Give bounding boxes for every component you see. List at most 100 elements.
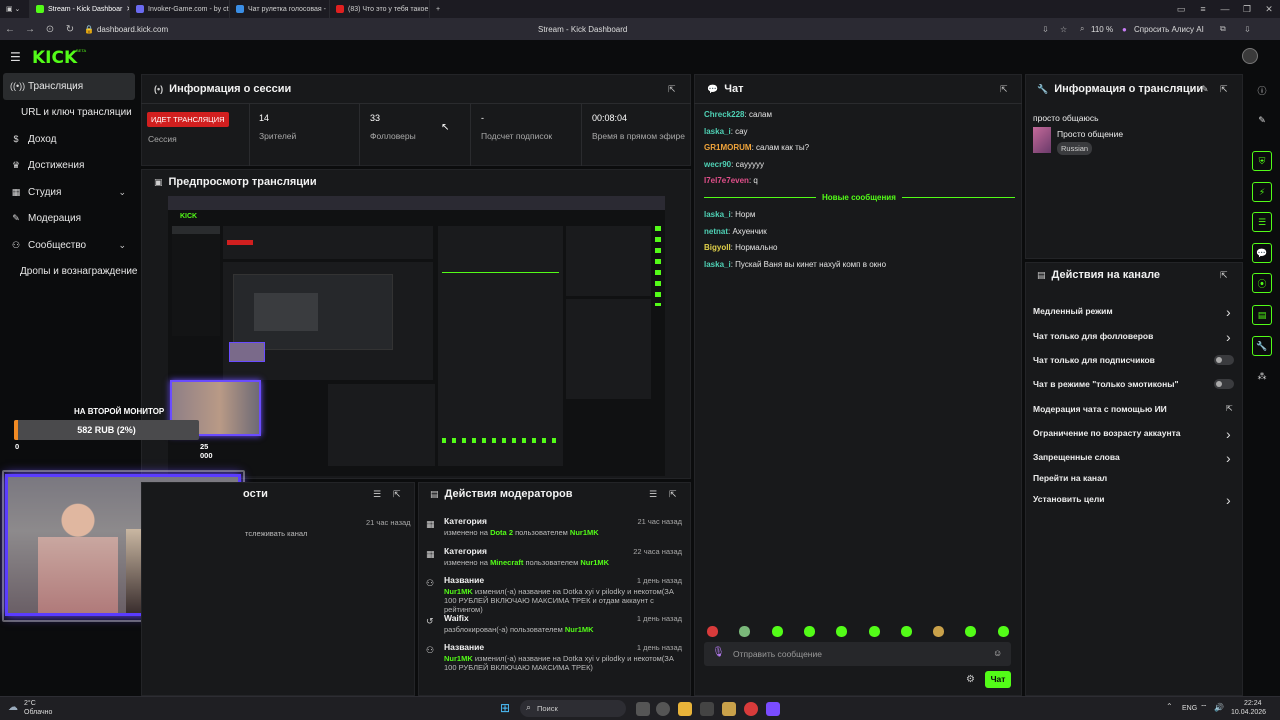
info-icon[interactable]: ⓘ: [1252, 80, 1272, 100]
chat-send-button[interactable]: Чат: [985, 671, 1011, 688]
sidebar-item-url-key[interactable]: URL и ключ трансляции: [0, 100, 138, 127]
avatar[interactable]: [1242, 48, 1258, 64]
edit-icon[interactable]: ✎: [1201, 84, 1209, 95]
chevron-right-icon[interactable]: ›: [1226, 450, 1231, 466]
app-icon[interactable]: [700, 702, 714, 716]
chat-username[interactable]: laska_i: [704, 260, 731, 269]
filter-icon[interactable]: ☰: [373, 489, 381, 500]
mod-highlight[interactable]: Minecraft: [490, 558, 523, 567]
mod-highlight[interactable]: Nur1MK: [570, 528, 599, 537]
minimize-icon[interactable]: —: [1214, 4, 1236, 15]
language-indicator[interactable]: ENG: [1182, 705, 1197, 712]
channel-action-item[interactable]: Медленный режим: [1033, 306, 1113, 316]
emote-icon[interactable]: [707, 626, 718, 637]
chat-username[interactable]: GR1MORUM: [704, 143, 752, 152]
windows-start-icon[interactable]: ⊞: [500, 701, 510, 715]
explorer-icon[interactable]: [678, 702, 692, 716]
chevron-right-icon[interactable]: ›: [1226, 304, 1231, 320]
browser-tab-chat-roulette[interactable]: Чат рулетка голосовая -: [230, 0, 330, 18]
bookmark-star-icon[interactable]: ☆: [1060, 25, 1067, 34]
emote-icon[interactable]: [868, 626, 880, 637]
kick-logo[interactable]: KICK: [32, 48, 77, 68]
menu-icon[interactable]: ≡: [1192, 4, 1214, 15]
channel-action-item[interactable]: Модерация чата с помощью ИИ: [1033, 404, 1167, 414]
chat-username[interactable]: laska_i: [704, 127, 731, 136]
chat-username[interactable]: Bigyoll: [704, 243, 731, 252]
back-icon[interactable]: ←: [0, 24, 20, 35]
task-view-icon[interactable]: [636, 702, 650, 716]
pencil-icon[interactable]: ✎: [1252, 110, 1272, 130]
toggle-switch[interactable]: [1214, 379, 1234, 389]
channel-action-item[interactable]: Перейти на канал: [1033, 473, 1107, 483]
chat-settings-icon[interactable]: ⚙: [966, 674, 975, 685]
emote-icon[interactable]: [771, 626, 783, 637]
mod-highlight[interactable]: Nur1MK: [444, 587, 473, 596]
emote-icon[interactable]: [836, 626, 848, 637]
maximize-icon[interactable]: ❐: [1236, 4, 1258, 15]
wifi-icon[interactable]: ⌔: [1200, 703, 1208, 713]
mod-highlight[interactable]: Dota 2: [490, 528, 513, 537]
popout-icon[interactable]: ⇱: [1220, 270, 1228, 281]
popout-icon[interactable]: ⇱: [1220, 84, 1228, 95]
chat-username[interactable]: Chreck228: [704, 110, 744, 119]
settings-dots-icon[interactable]: ⁂: [1252, 366, 1272, 386]
bookmark-icon[interactable]: ▭: [1170, 4, 1192, 15]
sidebar-item-achievements[interactable]: ♛ Достижения: [0, 153, 138, 180]
emote-icon[interactable]: [933, 626, 945, 637]
url-text[interactable]: dashboard.kick.com: [97, 25, 168, 34]
sidebar-item-studio[interactable]: ▦ Студия ⌄: [0, 179, 138, 206]
emote-icon[interactable]: [997, 626, 1009, 637]
filter-icon[interactable]: ☰: [649, 489, 657, 500]
mod-highlight[interactable]: Nur1MK: [565, 625, 594, 634]
chevron-down-icon[interactable]: ⌄: [118, 187, 126, 198]
chat-icon[interactable]: 💬: [1252, 243, 1272, 263]
volume-icon[interactable]: 🔊: [1214, 703, 1224, 712]
wrench-icon[interactable]: 🔧: [1252, 336, 1272, 356]
chat-username[interactable]: I7el7e7even: [704, 176, 749, 185]
app-icon[interactable]: [766, 702, 780, 716]
chevron-right-icon[interactable]: ›: [1226, 492, 1231, 508]
channel-action-item[interactable]: Ограничение по возрасту аккаунта: [1033, 428, 1180, 438]
sidebar-item-community[interactable]: ⚇ Сообщество ⌄: [0, 232, 138, 259]
chevron-down-icon[interactable]: ⌄: [118, 240, 126, 251]
channel-action-item[interactable]: Запрещенные слова: [1033, 452, 1120, 462]
popout-icon[interactable]: ⇱: [669, 489, 677, 500]
chat-username[interactable]: laska_i: [704, 210, 731, 219]
shield-icon[interactable]: ⛨: [1252, 151, 1272, 171]
browser-tab-kick[interactable]: Stream - Kick Dashboar✕: [30, 0, 130, 18]
close-window-icon[interactable]: ✕: [1258, 4, 1280, 15]
emote-icon[interactable]: [739, 626, 751, 637]
emote-icon[interactable]: [803, 626, 815, 637]
yandex-icon[interactable]: [656, 702, 670, 716]
home-icon[interactable]: ⊙: [40, 24, 60, 35]
new-tab-button[interactable]: +: [430, 0, 450, 18]
browser-tab-youtube[interactable]: (83) Что это у тебя такое: [330, 0, 430, 18]
browser-icon[interactable]: [744, 702, 758, 716]
sidebar-item-moderation[interactable]: ✎ Модерация: [0, 206, 138, 233]
channel-action-item[interactable]: Чат только для подписчиков: [1033, 355, 1155, 365]
extensions-icon[interactable]: ⧉: [1220, 24, 1226, 34]
tab-menu[interactable]: ▣ ⌄: [0, 0, 30, 18]
app-icon[interactable]: [722, 702, 736, 716]
external-link-icon[interactable]: ⇱: [1226, 404, 1233, 413]
chevron-right-icon[interactable]: ›: [1226, 329, 1231, 345]
channel-action-item[interactable]: Установить цели: [1033, 494, 1104, 504]
popout-icon[interactable]: ⇱: [1000, 84, 1008, 95]
emote-icon[interactable]: [900, 626, 912, 637]
popout-icon[interactable]: ⇱: [393, 489, 401, 500]
clipboard-icon[interactable]: ▤: [1252, 305, 1272, 325]
alice-button[interactable]: Спросить Алису AI: [1134, 25, 1204, 34]
chat-input-box[interactable]: 🎙 Отправить сообщение ☺: [704, 642, 1011, 666]
toggle-switch[interactable]: [1214, 355, 1234, 365]
download-icon[interactable]: ⇩: [1042, 25, 1049, 34]
hamburger-menu-icon[interactable]: ☰: [10, 50, 21, 64]
lightning-icon[interactable]: ⚡: [1252, 182, 1272, 202]
taskbar-search[interactable]: ⌕ Поиск: [520, 700, 626, 717]
download-manager-icon[interactable]: ⇩: [1244, 25, 1251, 34]
reload-icon[interactable]: ↻: [60, 24, 80, 35]
chat-username[interactable]: netnat: [704, 227, 728, 236]
microphone-icon[interactable]: 🎙: [712, 647, 725, 658]
list-icon[interactable]: ☰: [1252, 212, 1272, 232]
chat-username[interactable]: wecr90: [704, 160, 731, 169]
broadcast-icon[interactable]: ⦿: [1252, 273, 1272, 293]
